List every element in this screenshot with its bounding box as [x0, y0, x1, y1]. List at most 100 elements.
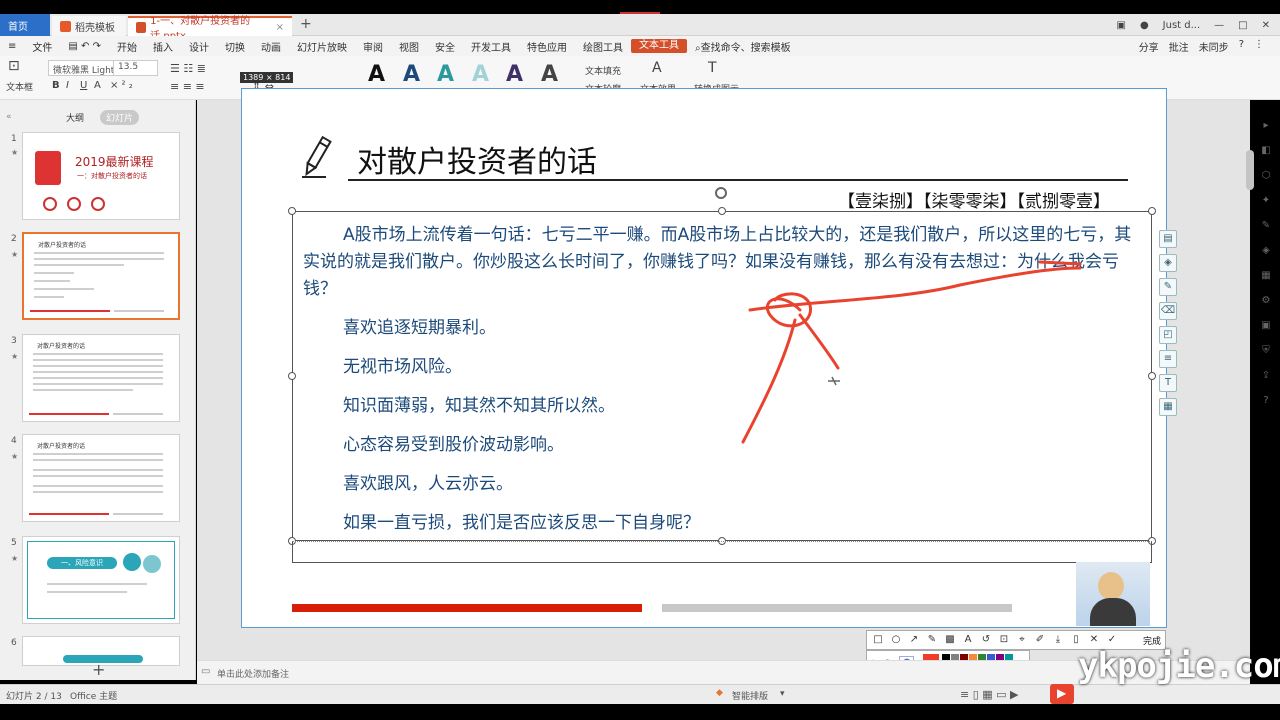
side-style-icon[interactable]: ✦	[1260, 195, 1272, 207]
search-command[interactable]: ⌕查找命令、搜索模板	[687, 39, 799, 54]
content-textbox[interactable]: A股市场上流传着一句话：七亏二平一赚。而A股市场上占比较大的，还是我们散户，所以…	[288, 207, 1156, 545]
rectangle-icon[interactable]: □	[871, 633, 885, 647]
ocr-icon[interactable]: ⊡	[997, 633, 1011, 647]
resize-handle[interactable]	[1148, 372, 1156, 380]
text-fill-button[interactable]: 文本填充	[585, 64, 621, 77]
confirm-icon[interactable]: ✓	[1105, 633, 1119, 647]
number-line[interactable]: 【壹柒捌】【柒零零柒】【贰捌零壹】	[838, 187, 1110, 212]
resize-handle[interactable]	[718, 207, 726, 215]
minimize-icon[interactable]: —	[1214, 20, 1224, 31]
tab-file[interactable]: 1-一、对散户投资者的话.pptx ×	[128, 16, 292, 42]
menu-review[interactable]: 审阅	[355, 39, 391, 54]
layout-icon[interactable]: ▤	[1159, 230, 1177, 248]
ellipse-icon[interactable]: ○	[889, 633, 903, 647]
close-window-icon[interactable]: ✕	[1262, 20, 1270, 31]
side-pen-icon[interactable]: ✎	[1260, 220, 1272, 232]
pencil-tool-icon[interactable]: ✎	[925, 633, 939, 647]
collapse-icon[interactable]: «	[6, 112, 12, 122]
slide-thumb-2[interactable]: 对散户投资者的话	[22, 232, 180, 320]
resize-handle[interactable]	[288, 207, 296, 215]
tab-slides[interactable]: 幻灯片	[100, 110, 140, 125]
view-mode-icons[interactable]: ≡ ▯ ▦ ▭ ▶	[960, 688, 1019, 701]
format-more-icons[interactable]: × ² ₂	[110, 80, 133, 91]
text-style-teal[interactable]: A	[437, 62, 454, 87]
tab-close-icon[interactable]: ×	[276, 22, 284, 33]
add-slide-button[interactable]: +	[92, 660, 105, 679]
text-icon[interactable]: T	[1159, 374, 1177, 392]
text-tool-icon[interactable]: A	[961, 633, 975, 647]
align-icon[interactable]: ≡	[1159, 350, 1177, 368]
tab-home[interactable]: 首页	[0, 14, 50, 36]
side-expand-icon[interactable]: ▸	[1260, 120, 1272, 132]
download-icon[interactable]: ⤓	[1051, 633, 1065, 647]
comment-button[interactable]: 批注	[1169, 39, 1189, 54]
pen-icon[interactable]: ✎	[1159, 278, 1177, 296]
menu-insert[interactable]: 插入	[145, 39, 181, 54]
text-style-purple[interactable]: A	[506, 62, 523, 87]
italic-button[interactable]: I	[66, 80, 69, 91]
menu-quick-icons[interactable]: ▤ ↶ ↷	[60, 41, 109, 52]
menu-design[interactable]: 设计	[181, 39, 217, 54]
side-table-icon[interactable]: ▦	[1260, 270, 1272, 282]
convert-icon[interactable]: T	[708, 60, 717, 76]
side-help-icon[interactable]: ?	[1260, 395, 1272, 407]
menu-text-tools[interactable]: 文本工具	[630, 39, 687, 53]
done-button[interactable]: 完成	[1143, 634, 1161, 647]
point-short-term[interactable]: 喜欢追逐短期暴利。	[303, 315, 1143, 342]
text-style-lightteal[interactable]: A	[472, 62, 489, 87]
point-herd[interactable]: 喜欢跟风，人云亦云。	[303, 471, 1143, 498]
slide[interactable]: 对散户投资者的话 【壹柒捌】【柒零零柒】【贰捌零壹】 A股市场上流传着一句话：七…	[241, 88, 1167, 628]
align-icons[interactable]: ≡ ≡ ≡	[170, 80, 205, 93]
mosaic-icon[interactable]: ▩	[943, 633, 957, 647]
rotate-handle[interactable]	[715, 187, 727, 199]
resize-handle[interactable]	[288, 372, 296, 380]
side-format-icon[interactable]: ◧	[1260, 145, 1272, 157]
textbox-button[interactable]: 文本框	[6, 80, 33, 93]
side-share-icon[interactable]: ⇪	[1260, 370, 1272, 382]
arrow-icon[interactable]: ↗	[907, 633, 921, 647]
menu-transition[interactable]: 切换	[217, 39, 253, 54]
maximize-icon[interactable]: □	[1238, 20, 1247, 31]
smart-dropdown-icon[interactable]: ▾	[780, 689, 785, 699]
save-icon[interactable]: ▯	[1069, 633, 1083, 647]
menu-developer[interactable]: 开发工具	[463, 39, 519, 54]
text-effect-icon[interactable]: A	[652, 60, 662, 76]
side-security-icon[interactable]: ⛨	[1260, 345, 1272, 357]
tab-outline[interactable]: 大纲	[60, 110, 90, 125]
vertical-scrollbar[interactable]	[1246, 150, 1254, 190]
undo-icon[interactable]: ↺	[979, 633, 993, 647]
layers-icon[interactable]: ◈	[1159, 254, 1177, 272]
help-icon[interactable]: ?	[1239, 39, 1244, 54]
paragraph-icons[interactable]: ☰ ☷ ≣	[170, 62, 206, 75]
sync-button[interactable]: 未同步	[1199, 39, 1229, 54]
bold-button[interactable]: B	[52, 80, 60, 91]
text-style-gray[interactable]: A	[541, 62, 558, 87]
slide-thumb-3[interactable]: 对散户投资者的话	[22, 334, 180, 422]
side-shape-icon[interactable]: ⬡	[1260, 170, 1272, 182]
edit-icon[interactable]: ✐	[1033, 633, 1047, 647]
text-style-black[interactable]: A	[368, 62, 385, 87]
user-avatar[interactable]: ●	[1140, 20, 1149, 31]
cancel-icon[interactable]: ✕	[1087, 633, 1101, 647]
menu-special[interactable]: 特色应用	[519, 39, 575, 54]
menu-security[interactable]: 安全	[427, 39, 463, 54]
side-settings-icon[interactable]: ⚙	[1260, 295, 1272, 307]
hamburger-icon[interactable]: ≡	[0, 41, 24, 52]
point-mindset[interactable]: 心态容易受到股价波动影响。	[303, 432, 1143, 459]
side-image-icon[interactable]: ▣	[1260, 320, 1272, 332]
group-icon[interactable]: ▦	[1159, 398, 1177, 416]
menu-drawing-tools[interactable]: 绘图工具	[575, 39, 631, 54]
text-style-navy[interactable]: A	[403, 62, 420, 87]
crop-icon[interactable]: ◰	[1159, 326, 1177, 344]
side-fill-icon[interactable]: ◈	[1260, 245, 1272, 257]
underline-button[interactable]: U	[80, 80, 87, 91]
new-tab-button[interactable]: +	[300, 16, 312, 32]
notes-placeholder[interactable]: 单击此处添加备注	[217, 667, 289, 680]
eraser-icon[interactable]: ⌫	[1159, 302, 1177, 320]
menu-start[interactable]: 开始	[109, 39, 145, 54]
menu-file[interactable]: 文件	[24, 39, 60, 54]
user-name[interactable]: Just d...	[1163, 20, 1200, 31]
window-number-icon[interactable]: ▣	[1116, 20, 1125, 31]
font-color-button[interactable]: A	[94, 80, 101, 91]
point-risk[interactable]: 无视市场风险。	[303, 354, 1143, 381]
